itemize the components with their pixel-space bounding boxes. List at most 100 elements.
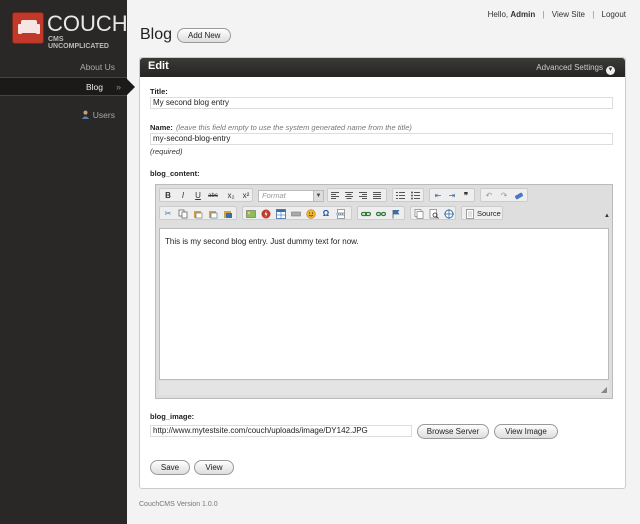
brand-tagline: CMS UNCOMPLICATED <box>48 36 109 50</box>
anchor-icon[interactable] <box>391 209 401 219</box>
select-all-icon[interactable] <box>444 209 454 219</box>
templates-icon[interactable] <box>414 209 424 219</box>
paste-text-icon[interactable] <box>208 209 218 219</box>
advanced-settings-toggle[interactable]: Advanced Settings ▼ <box>536 63 615 75</box>
image-label: blog_image: <box>150 412 195 421</box>
horizontal-rule-icon[interactable] <box>291 209 301 219</box>
sofa-icon <box>12 12 44 44</box>
sidebar-item-users[interactable]: Users <box>0 106 127 125</box>
align-group <box>327 188 387 202</box>
toolbar-row-2: ✂ Ω Source ▲ <box>159 206 610 222</box>
logout-link[interactable]: Logout <box>602 10 626 19</box>
format-group: B I U abc x₂ x² <box>159 188 253 202</box>
preview-icon[interactable] <box>429 209 439 219</box>
view-site-link[interactable]: View Site <box>552 10 585 19</box>
sidebar-nav: About Us Blog » Users <box>0 58 135 125</box>
table-icon[interactable] <box>276 209 286 219</box>
chevron-down-icon: ▼ <box>606 66 615 75</box>
separator: | <box>542 10 545 19</box>
dropdown-arrow-icon: ▼ <box>313 191 323 201</box>
advanced-settings-label: Advanced Settings <box>536 63 603 72</box>
panel-title: Edit <box>148 60 169 72</box>
name-label: Name: <box>150 123 173 132</box>
align-right-icon[interactable] <box>358 191 368 201</box>
greeting: Hello, <box>487 10 509 19</box>
version-text: CouchCMS Version 1.0.0 <box>139 501 218 508</box>
underline-button[interactable]: U <box>193 191 203 201</box>
separator: | <box>592 10 595 19</box>
tools-group <box>410 206 456 220</box>
strikethrough-button[interactable]: abc <box>208 191 218 201</box>
source-doc-icon <box>465 209 475 219</box>
resize-handle-icon[interactable]: ◢ <box>601 385 607 394</box>
format-select[interactable]: Format ▼ <box>258 190 324 202</box>
view-image-button[interactable]: View Image <box>494 424 558 439</box>
collapse-toolbar-icon[interactable]: ▲ <box>604 213 610 219</box>
format-placeholder: Format <box>262 191 286 200</box>
cut-icon[interactable]: ✂ <box>163 209 173 219</box>
align-justify-icon[interactable] <box>372 191 382 201</box>
edit-panel: Edit Advanced Settings ▼ Title: My second… <box>139 57 626 489</box>
name-hint: (leave this field empty to use the syste… <box>175 123 412 132</box>
toolbar-row-1: B I U abc x₂ x² Format ▼ ⇤ ⇥ ❞ ↶ ↷ <box>159 188 609 204</box>
align-left-icon[interactable] <box>330 191 340 201</box>
sidebar-item-about-us[interactable]: About Us <box>0 58 127 77</box>
source-label: Source <box>477 209 501 218</box>
image-icon[interactable] <box>246 209 256 219</box>
italic-button[interactable]: I <box>178 191 188 201</box>
page-title: Blog <box>140 26 173 43</box>
unlink-icon[interactable] <box>375 209 387 219</box>
view-button[interactable]: View <box>194 460 234 475</box>
special-char-icon[interactable]: Ω <box>321 209 331 219</box>
source-button[interactable]: Source <box>461 206 503 220</box>
top-links: Hello, Admin | View Site | Logout <box>488 10 626 19</box>
history-group: ↶ ↷ <box>480 188 528 202</box>
save-button[interactable]: Save <box>150 460 190 475</box>
paste-icon[interactable] <box>193 209 203 219</box>
users-icon <box>81 107 90 119</box>
editor-footer: ◢ <box>159 381 609 395</box>
sidebar-item-label: Users <box>92 110 115 120</box>
double-chevron-icon: » <box>115 82 121 92</box>
brand-name: COUCH <box>47 11 128 36</box>
username: Admin <box>510 10 536 19</box>
page-break-icon[interactable] <box>336 209 346 219</box>
sidebar-item-label: Blog <box>85 82 103 92</box>
smiley-icon[interactable] <box>306 209 316 219</box>
title-label: Title: <box>150 87 168 96</box>
superscript-button[interactable]: x² <box>241 191 251 201</box>
name-label-row: Name: (leave this field empty to use the … <box>150 123 412 132</box>
bold-button[interactable]: B <box>163 191 173 201</box>
subscript-button[interactable]: x₂ <box>226 191 236 201</box>
flash-icon[interactable] <box>261 209 271 219</box>
undo-icon[interactable]: ↶ <box>484 191 494 201</box>
content-label: blog_content: <box>150 169 200 178</box>
name-input[interactable]: my-second-blog-entry <box>150 133 613 145</box>
numbered-list-icon[interactable] <box>396 191 406 201</box>
copy-icon[interactable] <box>178 209 188 219</box>
title-input[interactable]: My second blog entry <box>150 97 613 109</box>
redo-icon[interactable]: ↷ <box>499 191 509 201</box>
link-group <box>357 206 405 220</box>
bullet-list-icon[interactable] <box>411 191 421 201</box>
rich-text-editor: B I U abc x₂ x² Format ▼ ⇤ ⇥ ❞ ↶ ↷ ✂ Ω S… <box>155 184 613 399</box>
couch-logo[interactable]: COUCH CMS UNCOMPLICATED <box>12 12 128 50</box>
required-note: (required) <box>150 147 183 156</box>
browse-server-button[interactable]: Browse Server <box>417 424 489 439</box>
add-new-button[interactable]: Add New <box>177 28 232 43</box>
align-center-icon[interactable] <box>344 191 354 201</box>
link-icon[interactable] <box>360 209 372 219</box>
clipboard-group: ✂ <box>159 206 237 220</box>
insert-group: Ω <box>242 206 352 220</box>
eraser-icon[interactable] <box>514 191 524 201</box>
image-path-input[interactable]: http://www.mytestsite.com/couch/uploads/… <box>150 425 412 437</box>
sidebar-item-label: About Us <box>80 62 115 72</box>
blockquote-icon[interactable]: ❞ <box>461 191 471 201</box>
paste-word-icon[interactable] <box>223 209 233 219</box>
list-group <box>392 188 424 202</box>
indent-group: ⇤ ⇥ ❞ <box>429 188 475 202</box>
editor-content-area[interactable]: This is my second blog entry. Just dummy… <box>159 228 609 380</box>
indent-icon[interactable]: ⇥ <box>447 191 457 201</box>
outdent-icon[interactable]: ⇤ <box>433 191 443 201</box>
sidebar-item-blog[interactable]: Blog » <box>0 77 135 96</box>
